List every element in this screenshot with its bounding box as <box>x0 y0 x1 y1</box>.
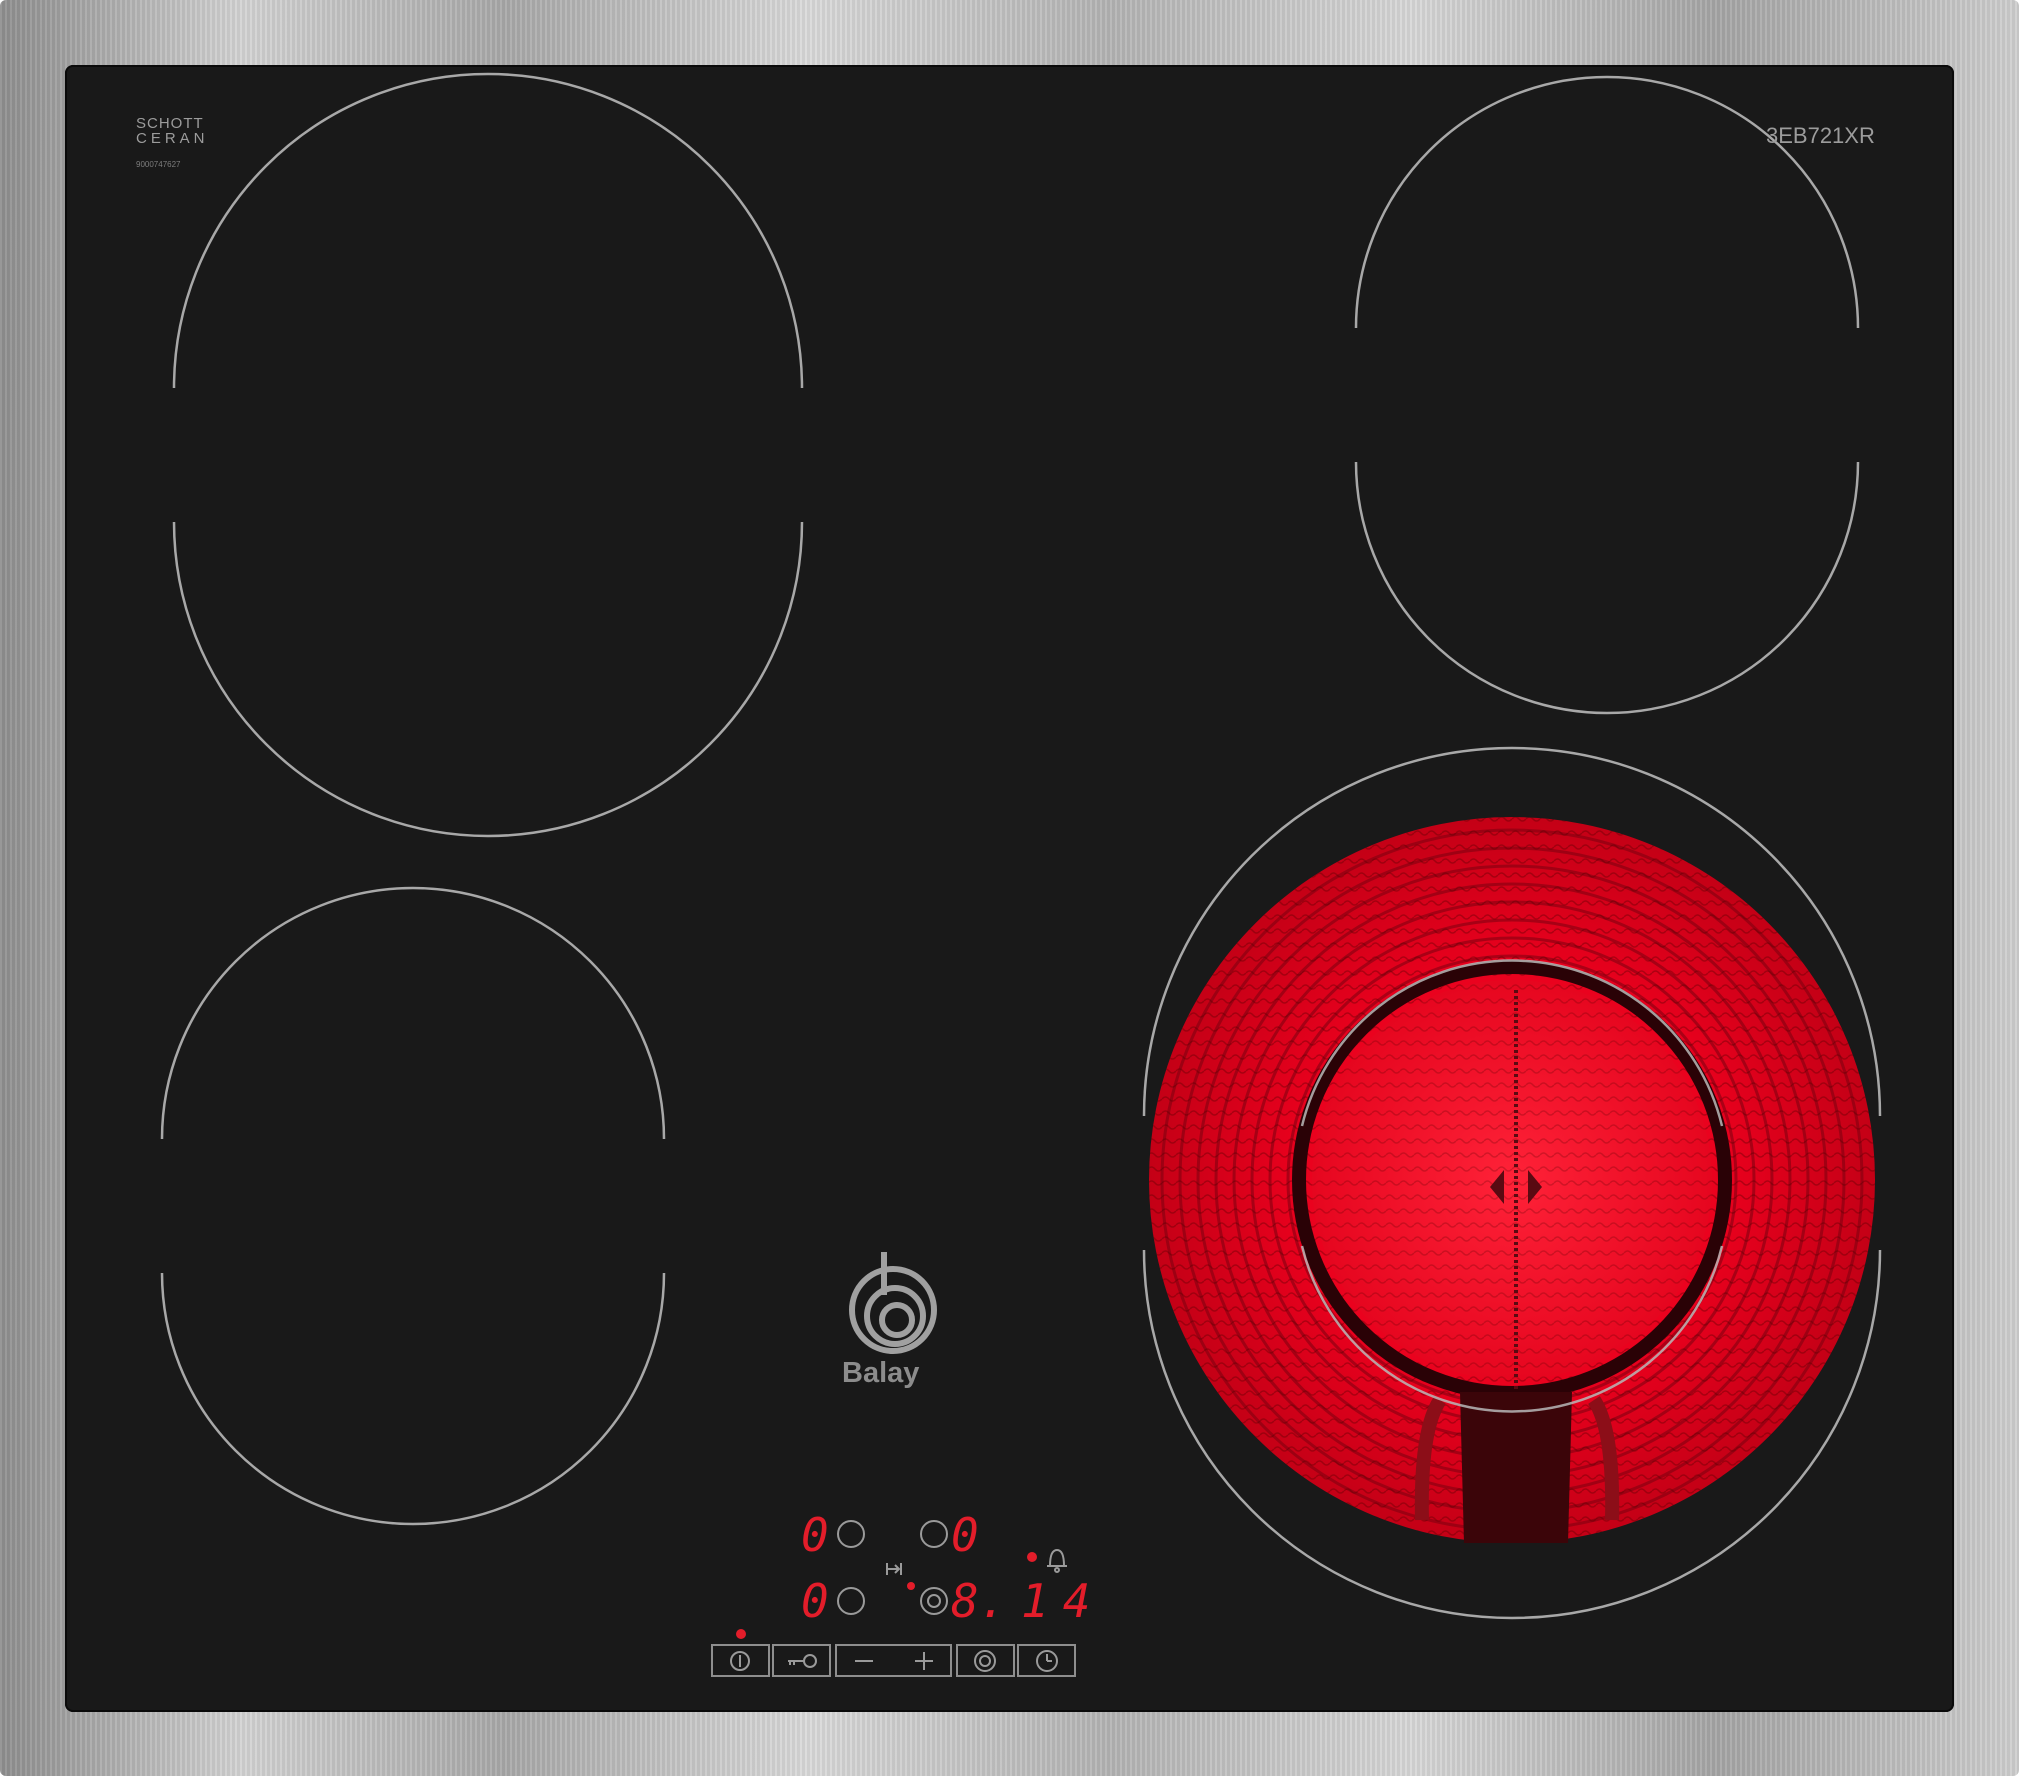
minus-plus-button-group[interactable] <box>835 1644 952 1677</box>
dual-zone-indicator-icon <box>886 1563 902 1575</box>
serial-number: 9000747627 <box>136 160 181 169</box>
zone-front-right-glowing <box>1142 746 1882 1620</box>
front-right-level-display: 8. <box>951 1574 1007 1628</box>
bell-icon <box>1047 1548 1067 1573</box>
plus-icon[interactable] <box>915 1652 933 1670</box>
rear-right-level-display: 0 <box>951 1508 979 1562</box>
zone-indicator-circles <box>837 1520 948 1615</box>
rear-left-level-display: 0 <box>801 1508 829 1562</box>
key-icon <box>788 1654 817 1668</box>
glass-brand-line1: SCHOTT <box>136 115 204 132</box>
dual-ring-icon <box>974 1650 996 1672</box>
hob-graphics <box>160 72 1882 1677</box>
front-left-level-display: 0 <box>801 1574 829 1628</box>
balay-logo-icon <box>849 1252 937 1354</box>
zone-rear-right <box>1354 75 1860 715</box>
manufacturer-logo-text: Balay <box>842 1357 920 1389</box>
clock-icon <box>1036 1650 1058 1672</box>
timer-display: 14 <box>1021 1574 1105 1628</box>
zone-front-left <box>160 886 666 1526</box>
power-icon <box>730 1651 750 1671</box>
glass-brand-line2: CERAN <box>136 130 209 147</box>
model-number: 3EB721XR <box>1766 123 1875 148</box>
zone-rear-left <box>172 72 804 838</box>
